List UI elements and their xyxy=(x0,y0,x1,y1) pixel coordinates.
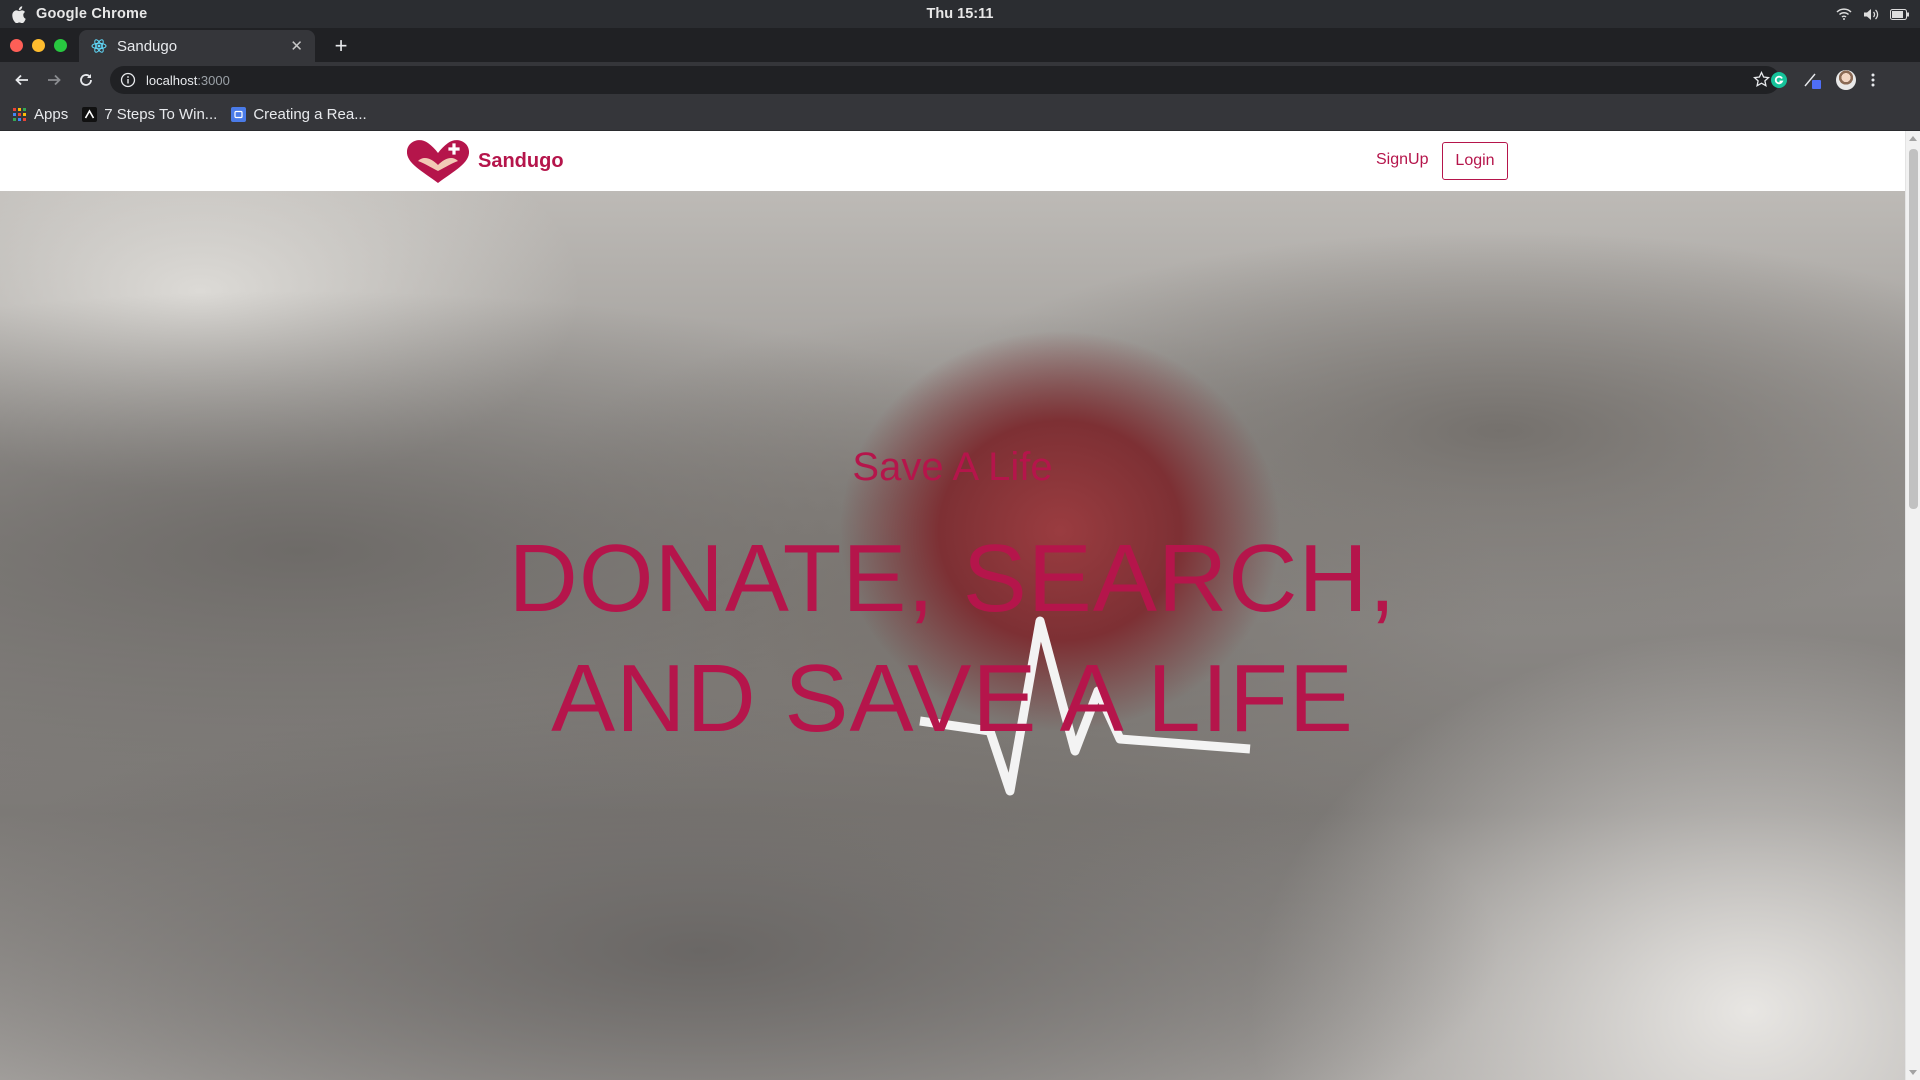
browser-toolbar: localhost:3000 xyxy=(0,62,1920,98)
forward-button[interactable] xyxy=(38,65,70,95)
status-tray xyxy=(1836,0,1910,28)
site-navbar: Sandugo SignUp Login xyxy=(0,131,1905,191)
maximize-window-button[interactable] xyxy=(54,39,67,52)
macos-menu-bar: Google Chrome Thu 15:11 xyxy=(0,0,1920,28)
scroll-down-arrow-icon[interactable] xyxy=(1909,1070,1917,1075)
apple-menu-icon[interactable] xyxy=(0,5,36,23)
hero-headline: DONATE, SEARCH, AND SAVE A LIFE xyxy=(0,519,1905,759)
grammarly-extension-icon[interactable] xyxy=(1770,71,1788,89)
bookmark-7-steps[interactable]: 7 Steps To Win... xyxy=(82,106,217,123)
hero-headline-line-1: DONATE, SEARCH, xyxy=(508,525,1397,632)
browser-tab-strip: Sandugo ✕ + xyxy=(0,28,1920,62)
scrollbar-thumb[interactable] xyxy=(1909,149,1918,509)
new-tab-button[interactable]: + xyxy=(328,33,354,59)
brand-name: Sandugo xyxy=(478,149,564,172)
scroll-up-arrow-icon[interactable] xyxy=(1909,136,1917,141)
back-button[interactable] xyxy=(6,65,38,95)
browser-tab-active[interactable]: Sandugo ✕ xyxy=(79,30,315,62)
reload-button[interactable] xyxy=(70,65,102,95)
close-window-button[interactable] xyxy=(10,39,23,52)
extension-icons xyxy=(1770,62,1876,98)
profile-avatar[interactable] xyxy=(1836,70,1856,90)
extension-puzzle-icon[interactable] xyxy=(1802,70,1822,90)
bookmark-label: Creating a Rea... xyxy=(253,105,367,123)
kebab-menu-icon[interactable] xyxy=(1870,72,1876,88)
sandugo-logo-icon xyxy=(406,140,470,183)
bookmark-star-icon[interactable] xyxy=(1753,71,1770,88)
site-info-icon[interactable] xyxy=(120,72,136,88)
active-app-name[interactable]: Google Chrome xyxy=(36,6,147,22)
arrow-left-icon xyxy=(15,74,28,86)
bookmark-creating-a-rea[interactable]: Creating a Rea... xyxy=(231,105,367,123)
menubar-clock: Thu 15:11 xyxy=(926,6,994,22)
window-controls xyxy=(10,39,67,52)
bookmark-apps[interactable]: Apps xyxy=(12,106,68,123)
page-scrollbar[interactable] xyxy=(1905,131,1920,1080)
bookmarks-bar: Apps 7 Steps To Win... Creating a Rea... xyxy=(0,98,1920,131)
bookmark-logo-icon xyxy=(82,106,98,122)
wifi-icon[interactable] xyxy=(1836,8,1852,20)
address-bar[interactable]: localhost:3000 xyxy=(110,66,1780,94)
login-button[interactable]: Login xyxy=(1442,142,1508,180)
arrow-right-icon xyxy=(48,74,61,86)
tab-title: Sandugo xyxy=(117,37,178,55)
react-favicon-icon xyxy=(91,39,107,53)
apps-grid-icon xyxy=(12,107,27,122)
signup-link[interactable]: SignUp xyxy=(1376,151,1428,169)
volume-icon[interactable] xyxy=(1863,8,1879,21)
url-host: localhost xyxy=(146,72,198,88)
reload-icon xyxy=(80,74,92,86)
brand-link[interactable]: Sandugo xyxy=(404,137,564,185)
bookmark-page-icon xyxy=(231,106,247,122)
close-tab-icon[interactable]: ✕ xyxy=(290,37,303,55)
battery-icon[interactable] xyxy=(1890,8,1910,20)
bookmark-label: 7 Steps To Win... xyxy=(104,105,218,123)
bookmark-label: Apps xyxy=(34,105,69,123)
minimize-window-button[interactable] xyxy=(32,39,45,52)
hero-subtitle: Save A Life xyxy=(852,445,1053,489)
url-port: :3000 xyxy=(197,72,230,88)
hero-headline-line-2: AND SAVE A LIFE xyxy=(551,645,1354,752)
hero-section: Save A Life DONATE, SEARCH, AND SAVE A L… xyxy=(0,191,1905,1080)
page-viewport: Sandugo SignUp Login Save A Life DONATE,… xyxy=(0,131,1905,1080)
